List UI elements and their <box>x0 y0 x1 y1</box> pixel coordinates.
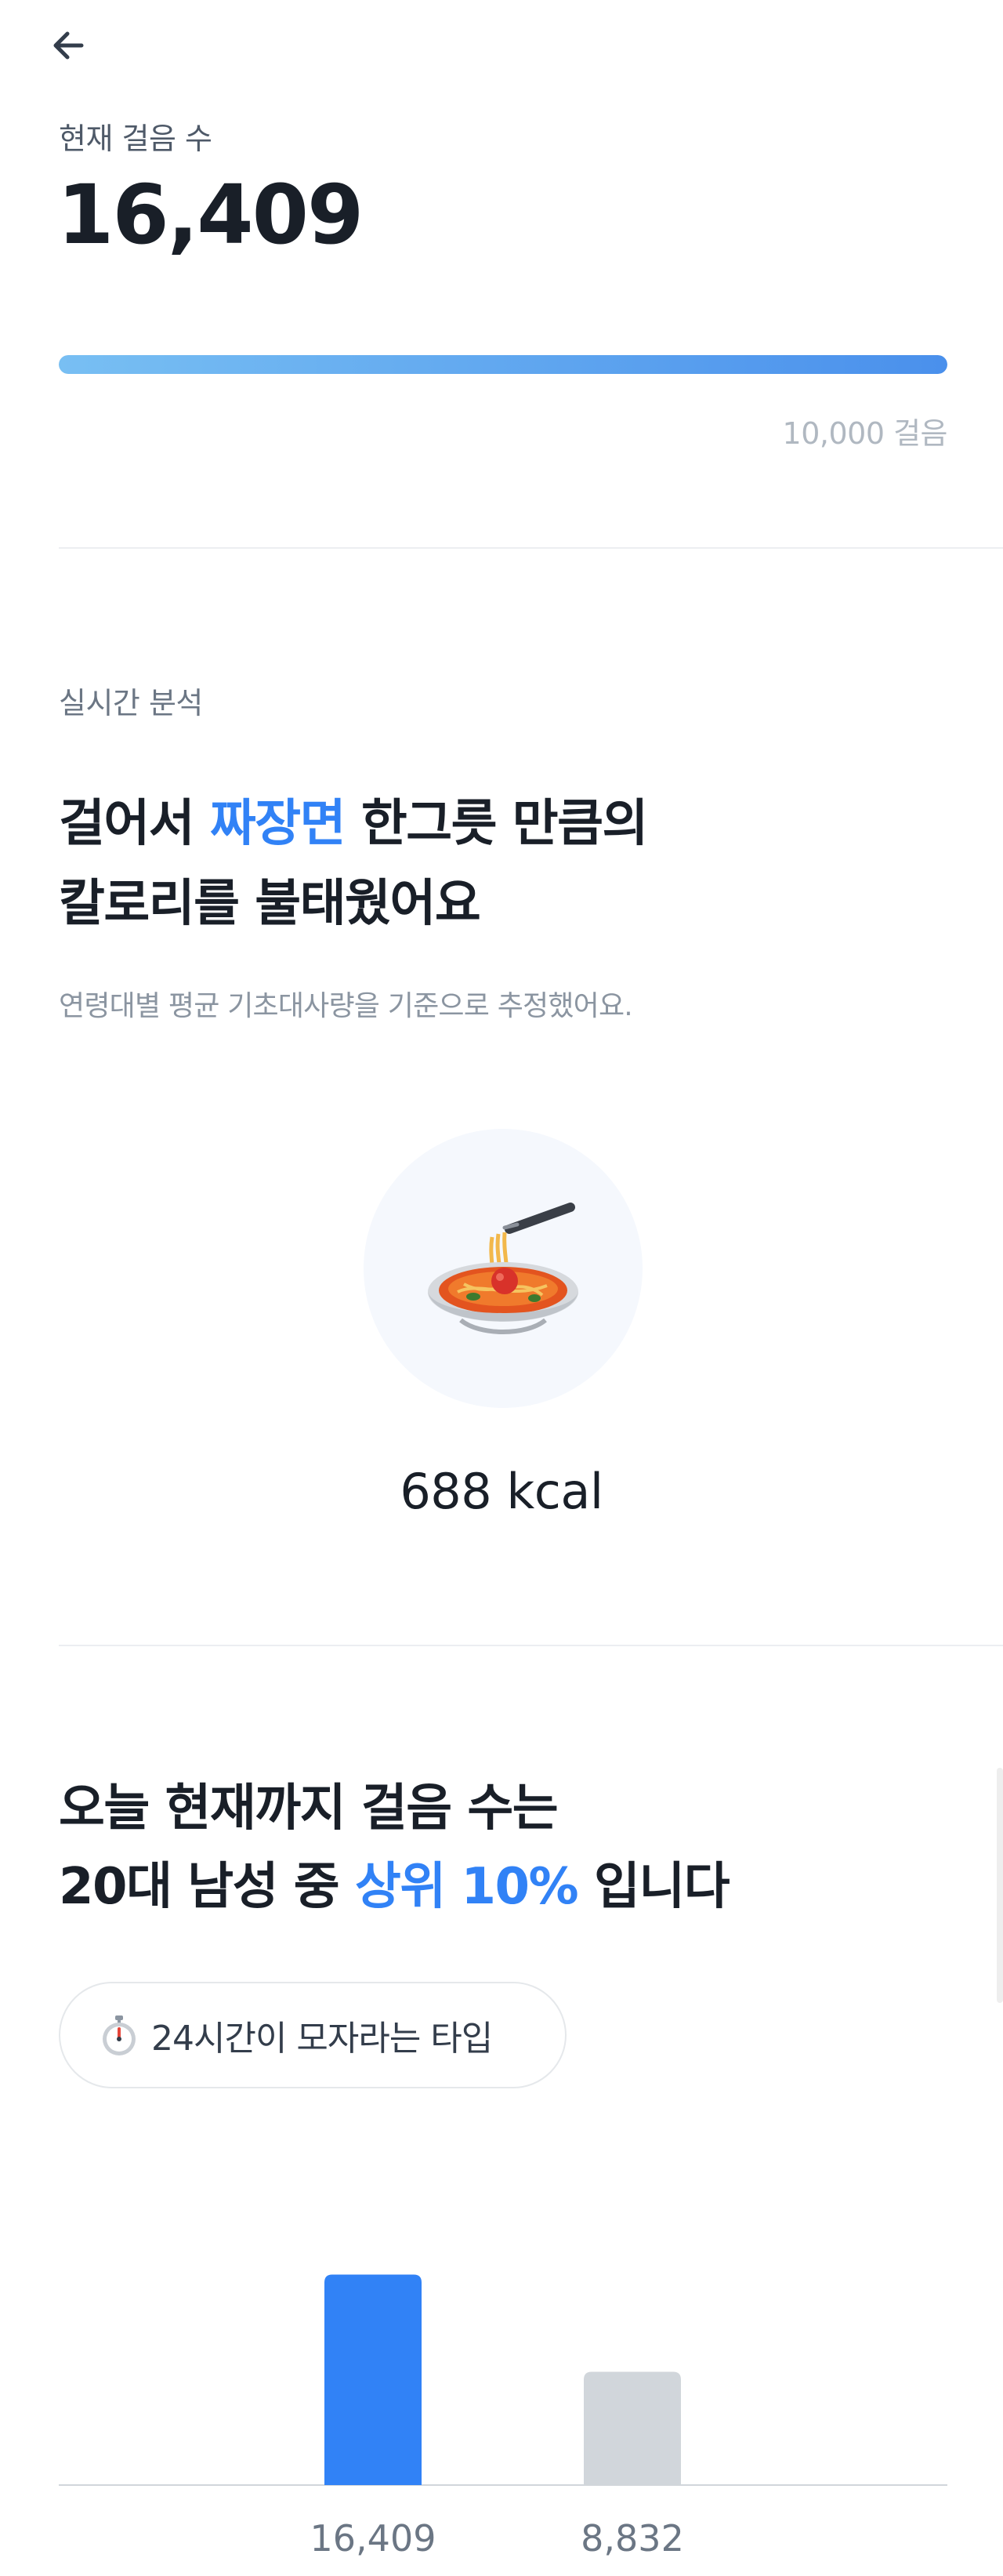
steps-value: 16,409 <box>57 167 364 263</box>
rank-value: 상위 10% <box>354 1858 579 1916</box>
arrow-left-icon <box>53 31 84 60</box>
type-badge-label: 24시간이 모자라는 타입 <box>151 2019 493 2059</box>
ranking-headline-line2: 20대 남성 중 상위 10% 입니다 <box>59 1847 730 1927</box>
chart-bar-2 <box>584 2371 681 2485</box>
ranking-suffix: 입니다 <box>578 1858 730 1916</box>
food-illustration <box>364 1129 643 1408</box>
headline-suffix: 한그릇 만큼의 <box>345 795 649 853</box>
section-divider <box>59 1645 1003 1646</box>
headline-prefix: 걸어서 <box>59 795 210 853</box>
stopwatch-icon <box>103 2015 136 2055</box>
estimate-note: 연령대별 평균 기초대사량을 기준으로 추정했어요. <box>59 990 633 1022</box>
chart-tick-label: 8,832 <box>581 2517 684 2560</box>
noodle-bowl-icon <box>428 1203 578 1334</box>
calorie-headline: 걸어서 짜장면 한그릇 만큼의 <box>59 784 649 864</box>
scrollbar[interactable] <box>997 1768 1003 2003</box>
section-label: 실시간 분석 <box>59 686 203 720</box>
ranking-headline: 오늘 현재까지 걸음 수는 <box>59 1780 559 1838</box>
steps-label: 현재 걸음 수 <box>59 122 212 156</box>
food-name: 짜장면 <box>209 795 346 853</box>
section-divider <box>59 547 1003 549</box>
calorie-value: 688 kcal <box>400 1463 603 1520</box>
back-button[interactable] <box>41 17 97 74</box>
chart-bar-1 <box>324 2274 422 2485</box>
chart-tick-label: 16,409 <box>310 2517 436 2560</box>
type-badge: 24시간이 모자라는 타입 <box>59 1982 567 2088</box>
steps-comparison-chart: 16,409 8,832 <box>59 2274 947 2560</box>
ranking-prefix: 20대 남성 중 <box>59 1858 355 1916</box>
calorie-headline-line2: 칼로리를 불태웠어요 <box>59 875 481 933</box>
goal-label: 10,000 걸음 <box>782 416 948 451</box>
steps-progress-bar <box>59 355 947 374</box>
steps-progress-fill <box>59 355 947 374</box>
